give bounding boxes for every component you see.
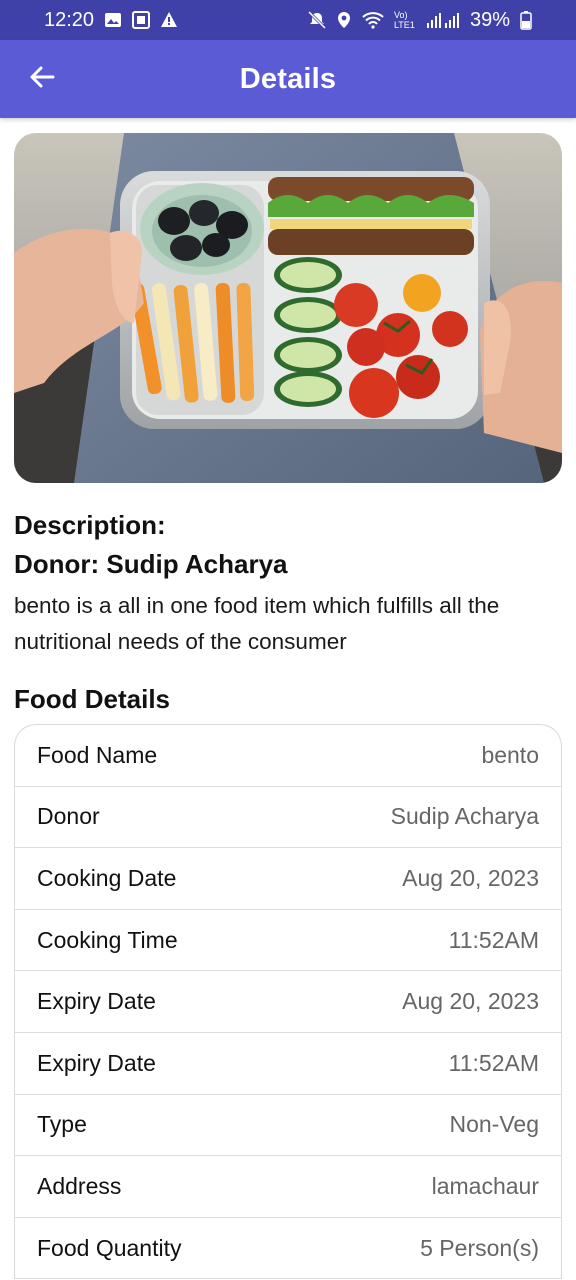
- wifi-icon: [362, 11, 384, 29]
- detail-value: Non-Veg: [449, 1111, 539, 1138]
- detail-label: Type: [37, 1111, 87, 1138]
- detail-label: Food Quantity: [37, 1234, 182, 1261]
- detail-value: Sudip Acharya: [390, 803, 539, 830]
- status-right: Vo) LTE1 39%: [307, 8, 532, 32]
- detail-value: 11:52AM: [448, 926, 539, 953]
- status-bar: 12:20 Vo) LTE1 39%: [0, 0, 576, 40]
- battery-percent: 39%: [469, 8, 510, 31]
- detail-row-type: Type Non-Veg: [15, 1095, 561, 1157]
- detail-value: Aug 20, 2023: [402, 988, 539, 1015]
- detail-label: Expiry Date: [37, 988, 156, 1015]
- network-label: Vo) LTE1: [393, 10, 415, 30]
- status-left: 12:20: [44, 9, 178, 32]
- description-heading: Description:: [14, 510, 166, 540]
- food-image: [14, 133, 562, 483]
- food-details-card: Food Name bento Donor Sudip Acharya Cook…: [14, 724, 562, 1280]
- detail-row-donor: Donor Sudip Acharya: [15, 787, 561, 849]
- detail-label: Donor: [37, 803, 100, 830]
- detail-row-cooking-time: Cooking Time 11:52AM: [15, 910, 561, 972]
- detail-row-food-name: Food Name bento: [15, 725, 561, 787]
- detail-row-address: Address lamachaur: [15, 1156, 561, 1218]
- app-bar: Details: [0, 40, 576, 118]
- description-text: bento is a all in one food item which fu…: [14, 593, 500, 654]
- detail-label: Address: [37, 1172, 122, 1199]
- detail-label: Cooking Time: [37, 926, 178, 953]
- detail-value: bento: [481, 741, 539, 768]
- donor-line: Donor: Sudip Acharya: [14, 549, 288, 579]
- sim-icon: [132, 11, 151, 29]
- detail-label: Expiry Date: [37, 1049, 156, 1076]
- mute-icon: [307, 11, 326, 29]
- back-button[interactable]: [22, 59, 62, 99]
- detail-row-food-quantity: Food Quantity 5 Person(s): [15, 1218, 561, 1280]
- image-icon: [104, 11, 122, 29]
- detail-label: Cooking Date: [37, 864, 177, 891]
- detail-label: Food Name: [37, 741, 158, 768]
- detail-value: 5 Person(s): [420, 1234, 539, 1261]
- page-title: Details: [239, 62, 337, 95]
- detail-value: lamachaur: [431, 1172, 539, 1199]
- detail-value: 11:52AM: [448, 1049, 539, 1076]
- description-section: Description: Donor: Sudip Acharya bento …: [14, 506, 562, 660]
- signal-icon: [426, 11, 460, 29]
- status-time: 12:20: [44, 8, 95, 31]
- battery-icon: [520, 10, 532, 30]
- detail-row-cooking-date: Cooking Date Aug 20, 2023: [15, 848, 561, 910]
- detail-row-expiry-date: Expiry Date Aug 20, 2023: [15, 971, 561, 1033]
- detail-row-expiry-time: Expiry Date 11:52AM: [15, 1033, 561, 1095]
- location-icon: [336, 11, 352, 29]
- warning-icon: [160, 11, 178, 29]
- detail-value: Aug 20, 2023: [402, 864, 539, 891]
- food-details-title: Food Details: [14, 684, 171, 714]
- arrow-left-icon: [29, 64, 55, 95]
